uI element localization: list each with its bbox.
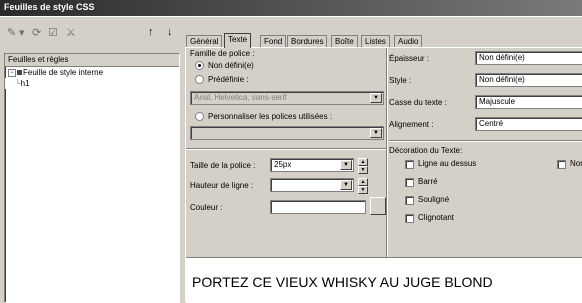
custom-font-select[interactable]: ▼ <box>190 126 384 140</box>
tab-bordures[interactable]: Bordures <box>287 35 328 47</box>
tab-texte[interactable]: Texte <box>224 33 252 48</box>
font-family-label: Famille de police : <box>190 49 255 58</box>
predefined-font-select[interactable]: Arial, Helvetica, sans-serif ▼ <box>190 91 384 105</box>
tree-header: Feuilles et règles <box>5 54 179 67</box>
tab-listes[interactable]: Listes <box>361 35 390 47</box>
delete-icon[interactable]: ⚔ <box>66 26 76 39</box>
color-input[interactable] <box>270 200 366 214</box>
strike-label: Barré <box>418 177 438 186</box>
checkbox-underline[interactable] <box>405 196 414 205</box>
radio-undefined-label: Non défini(e) <box>208 61 254 70</box>
thickness-value: Non défini(e) <box>479 53 525 62</box>
line-height-spinner[interactable]: ▲ ▼ <box>358 178 368 194</box>
window-title: Feuilles de style CSS <box>4 2 95 12</box>
color-label: Couleur : <box>190 203 223 212</box>
stylesheet-icon <box>17 70 22 76</box>
undo-icon[interactable]: ⟳ <box>32 26 41 39</box>
radio-undefined[interactable] <box>195 61 204 70</box>
color-picker-button[interactable] <box>370 197 386 215</box>
thickness-select[interactable]: Non défini(e) <box>475 51 582 65</box>
checkbox-strike[interactable] <box>405 178 414 187</box>
text-case-select[interactable]: Majuscule <box>475 95 582 109</box>
overline-label: Ligne au dessus <box>418 159 477 168</box>
thickness-label: Épaisseur : <box>389 54 430 63</box>
align-select[interactable]: Centré <box>475 117 582 131</box>
line-height-label: Hauteur de ligne : <box>190 181 254 190</box>
checkbox-overline[interactable] <box>405 160 414 169</box>
font-size-label: Taille de la police : <box>190 161 256 170</box>
radio-custom[interactable] <box>195 112 204 121</box>
preview-pane: PORTEZ CE VIEUX WHISKY AU JUGE BLOND <box>186 257 582 303</box>
tree-item-internal-sheet[interactable]: − Feuille de style interne <box>5 67 179 78</box>
divider <box>387 48 388 257</box>
title-bar: Feuilles de style CSS <box>0 0 582 16</box>
tab-audio[interactable]: Audio <box>394 35 423 47</box>
font-size-spinner[interactable]: ▲ ▼ <box>358 158 368 174</box>
move-up-icon[interactable]: ↑ <box>148 26 154 38</box>
tree-item-h1[interactable]: └h1 <box>5 78 179 89</box>
dialog-body: ✎ ▾ ⟳ ☑ ⚔ ↑ ↓ Feuilles et règles − Feuill… <box>0 16 582 303</box>
chevron-down-icon[interactable]: ▼ <box>370 128 382 138</box>
predefined-font-value: Arial, Helvetica, sans-serif <box>194 93 287 102</box>
chevron-down-icon[interactable]: ▼ <box>370 93 382 103</box>
style-select[interactable]: Non défini(e) <box>475 73 582 87</box>
checkbox-blink[interactable] <box>405 214 414 223</box>
texte-panel: Famille de police : Non défini(e) Prédéf… <box>185 47 582 303</box>
tree-item-label: h1 <box>20 79 30 88</box>
move-down-icon[interactable]: ↓ <box>167 26 173 38</box>
collapse-icon[interactable]: − <box>8 68 16 77</box>
tab-boite[interactable]: Boîte <box>331 35 358 47</box>
underline-label: Souligné <box>418 195 450 204</box>
tab-fond[interactable]: Fond <box>260 35 287 47</box>
chevron-down-icon[interactable]: ▼ <box>340 180 352 190</box>
radio-predefined-label: Prédéfinie : <box>208 75 249 84</box>
radio-predefined[interactable] <box>195 75 204 84</box>
none-label: Non <box>570 159 582 168</box>
checkbox-none[interactable] <box>557 160 566 169</box>
divider <box>389 141 582 142</box>
tab-general[interactable]: Général <box>186 35 223 47</box>
text-case-value: Majuscule <box>479 97 516 106</box>
radio-custom-label: Personnaliser les polices utilisées : <box>208 112 333 121</box>
dropdown-arrow-icon[interactable]: ▾ <box>19 26 25 39</box>
preview-text: PORTEZ CE VIEUX WHISKY AU JUGE BLOND <box>192 274 493 290</box>
new-style-icon[interactable]: ✎ <box>7 26 16 39</box>
align-value: Centré <box>479 119 504 128</box>
divider <box>186 149 386 150</box>
chevron-down-icon[interactable]: ▼ <box>340 160 352 170</box>
toolbar: ✎ ▾ ⟳ ☑ ⚔ ↑ ↓ <box>4 23 180 43</box>
decoration-label: Décoration du Texte: <box>389 146 463 155</box>
font-size-value: 25px <box>274 160 292 169</box>
align-label: Alignement : <box>389 120 434 129</box>
style-label: Style : <box>389 76 412 85</box>
line-height-input[interactable]: ▼ <box>270 178 354 192</box>
blink-label: Clignotant <box>418 213 455 222</box>
tree-item-label: Feuille de style interne <box>23 68 104 77</box>
font-size-input[interactable]: 25px ▼ <box>270 158 354 172</box>
text-case-label: Casse du texte : <box>389 98 447 107</box>
edit-icon[interactable]: ☑ <box>48 26 58 39</box>
stylesheet-tree[interactable]: Feuilles et règles − Feuille de style int… <box>4 53 180 303</box>
style-value: Non défini(e) <box>479 75 525 84</box>
